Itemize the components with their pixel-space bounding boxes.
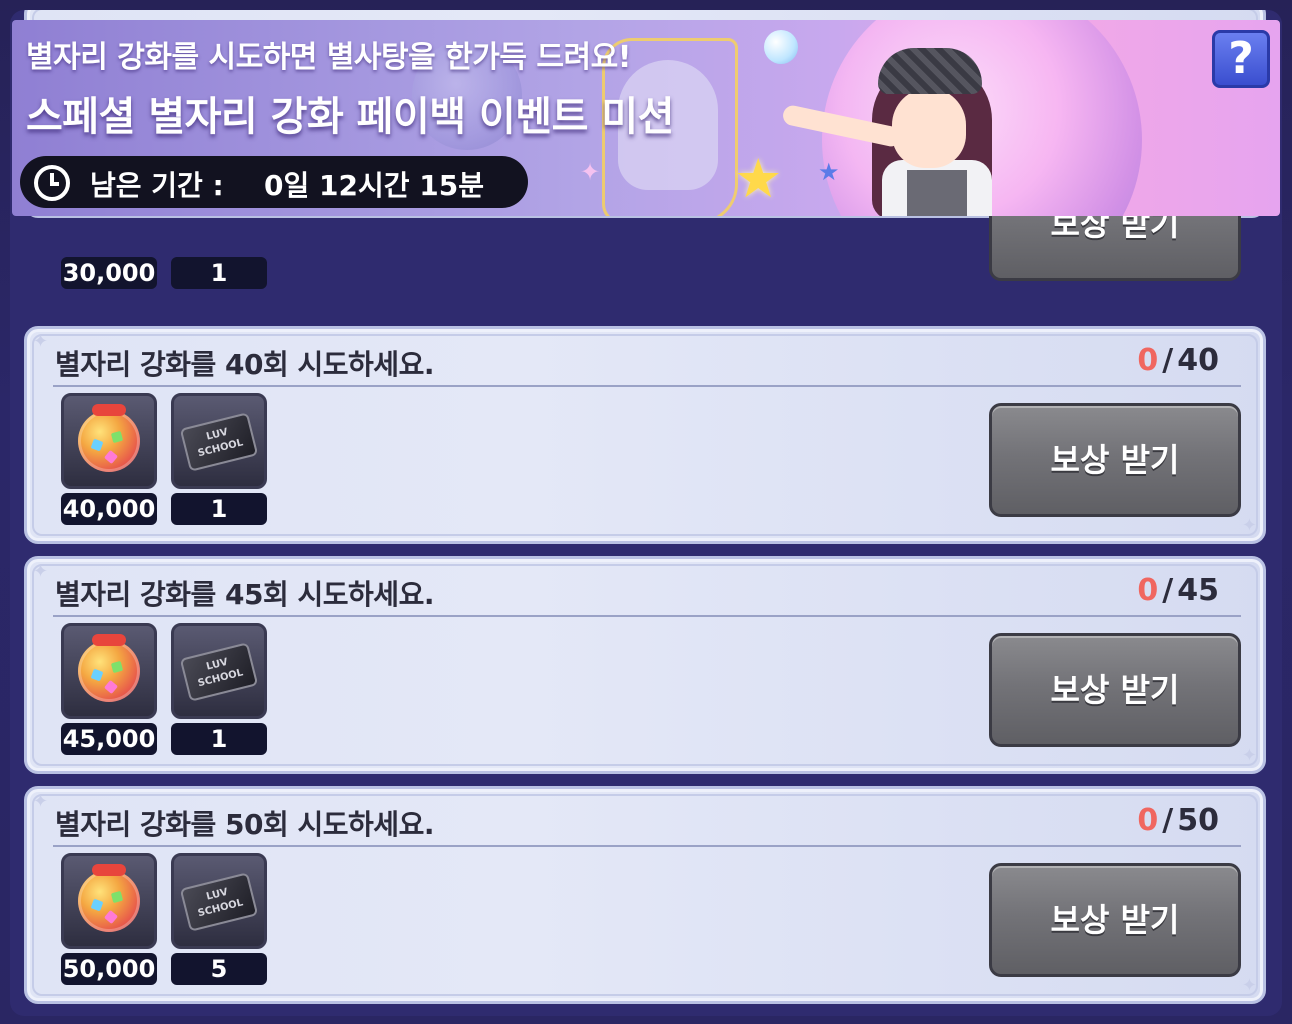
mission-title: 별자리 강화를 40회 시도하세요.: [55, 348, 434, 381]
reward-item-candy[interactable]: [61, 853, 157, 949]
reward-item-ticket[interactable]: LUVSCHOOL: [171, 853, 267, 949]
progress-separator: /: [1162, 343, 1174, 378]
reward-count: 30,000: [61, 257, 157, 289]
reward-item-candy[interactable]: [61, 393, 157, 489]
divider: [53, 385, 1241, 387]
progress-separator: /: [1162, 803, 1174, 838]
progress-total: 40: [1177, 343, 1219, 378]
sparkle-icon: ✦: [1241, 515, 1257, 536]
remaining-time-label: 남은 기간 :: [90, 169, 224, 202]
clock-icon: [34, 165, 70, 201]
character-vest: [907, 170, 967, 216]
mission-progress: 0/45: [1137, 573, 1219, 608]
reward-item-candy[interactable]: [61, 623, 157, 719]
star-icon: ★: [734, 147, 783, 210]
sparkle-icon: ✦: [33, 331, 49, 352]
reward-count: 45,000: [61, 723, 157, 755]
remaining-time: 남은 기간 : 0일 12시간 15분: [20, 156, 528, 208]
candy-jar-icon: [78, 404, 140, 472]
sparkle-icon: ✦: [1241, 975, 1257, 996]
help-button[interactable]: ?: [1212, 30, 1270, 88]
claim-reward-button[interactable]: 보상 받기: [989, 633, 1241, 747]
sparkle-icon: ✦: [33, 791, 49, 812]
reward-count: 1: [171, 493, 267, 525]
ticket-icon: LUVSCHOOL: [179, 642, 259, 702]
reward-count: 1: [171, 257, 267, 289]
character-hat: [878, 48, 982, 94]
reward-count: 40,000: [61, 493, 157, 525]
mission-progress: 0/50: [1137, 803, 1219, 838]
reward-count: 1: [171, 723, 267, 755]
progress-separator: /: [1162, 573, 1174, 608]
reward-item-ticket[interactable]: LUVSCHOOL: [171, 393, 267, 489]
game-window: ✦ 30,000 LUVSCHOOL 1 보상 받기 ✦ ✦ 별자리 강화를 4…: [0, 0, 1292, 1024]
sparkle-icon: ✦: [1241, 745, 1257, 766]
ticket-icon: LUVSCHOOL: [179, 412, 259, 472]
reward-count: 50,000: [61, 953, 157, 985]
mission-progress: 0/40: [1137, 343, 1219, 378]
banner-subtitle: 별자리 강화를 시도하면 별사탕을 한가득 드려요!: [26, 40, 631, 75]
candy-jar-icon: [78, 634, 140, 702]
progress-current: 0: [1137, 573, 1159, 608]
sparkle-icon: ✦: [33, 561, 49, 582]
mission-card: ✦ ✦ 별자리 강화를 50회 시도하세요. 0/50 50,000 LUV SC…: [24, 786, 1266, 1004]
divider: [53, 615, 1241, 617]
character-face: [892, 88, 966, 168]
progress-total: 50: [1177, 803, 1219, 838]
star-icon: ★: [818, 158, 840, 186]
mission-card: ✦ ✦ 별자리 강화를 45회 시도하세요. 0/45 45,000 LUV SC…: [24, 556, 1266, 774]
claim-reward-button[interactable]: 보상 받기: [989, 403, 1241, 517]
reward-count: 5: [171, 953, 267, 985]
ticket-icon: LUVSCHOOL: [179, 872, 259, 932]
progress-current: 0: [1137, 343, 1159, 378]
reward-item-ticket[interactable]: LUVSCHOOL: [171, 623, 267, 719]
mission-title: 별자리 강화를 45회 시도하세요.: [55, 578, 434, 611]
progress-current: 0: [1137, 803, 1159, 838]
bubble-decoration: [764, 30, 798, 64]
banner-headline: 스페셜 별자리 강화 페이백 이벤트 미션: [26, 94, 674, 140]
mission-title: 별자리 강화를 50회 시도하세요.: [55, 808, 434, 841]
candy-jar-icon: [78, 864, 140, 932]
remaining-time-value: 0일 12시간 15분: [264, 169, 484, 202]
sparkle-icon: ✦: [580, 158, 601, 186]
divider: [53, 845, 1241, 847]
claim-reward-button[interactable]: 보상 받기: [989, 863, 1241, 977]
mission-card: ✦ ✦ 별자리 강화를 40회 시도하세요. 0/40 40,000 LUV SC…: [24, 326, 1266, 544]
progress-total: 45: [1177, 573, 1219, 608]
event-banner: ★ ★ ✦ 별자리 강화를 시도하면 별사탕을 한가득 드려요! 스페셜 별자리…: [12, 20, 1280, 216]
